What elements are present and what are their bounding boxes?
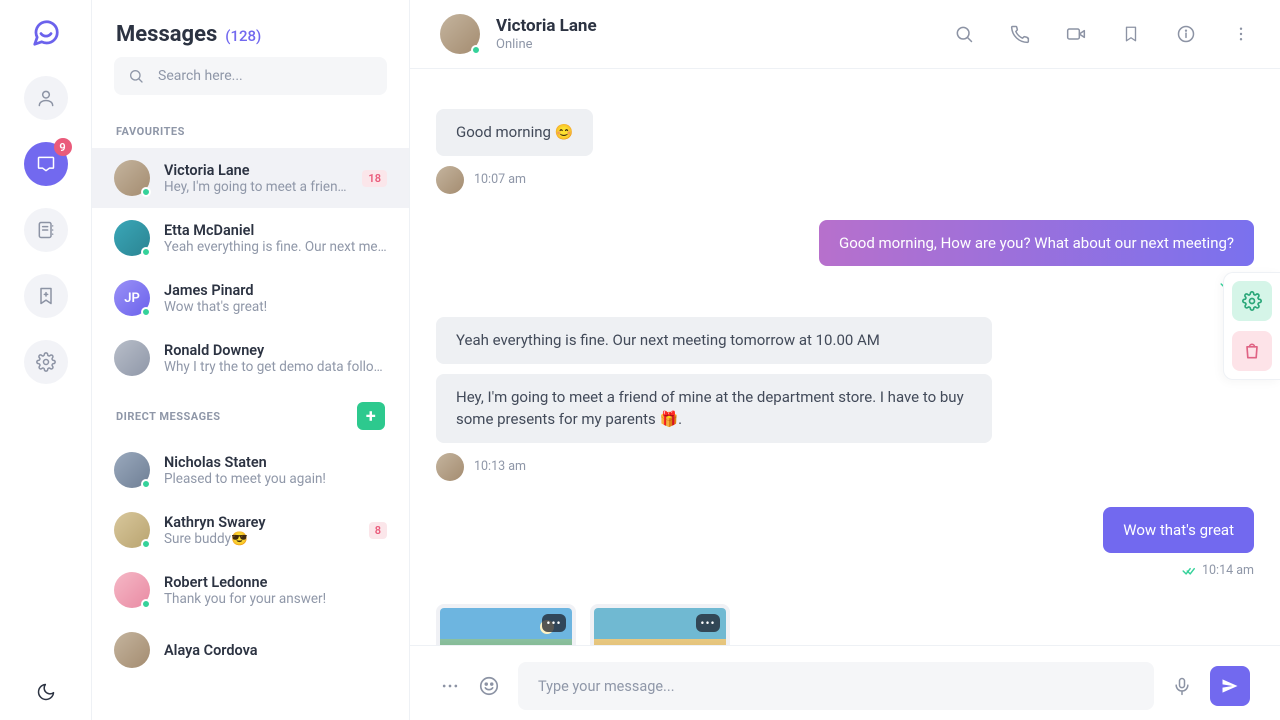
section-dm-label: DIRECT MESSAGES + bbox=[92, 388, 409, 440]
sidebar-header: Messages (128) bbox=[92, 0, 409, 57]
message-in: Yeah everything is fine. Our next meetin… bbox=[436, 317, 1254, 481]
convo-item[interactable]: Victoria Lane Hey, I'm going to meet a f… bbox=[92, 148, 409, 208]
convo-preview: Sure buddy😎 bbox=[164, 531, 355, 547]
convo-name: Victoria Lane bbox=[164, 162, 348, 179]
convo-preview: Thank you for your answer! bbox=[164, 591, 387, 607]
message-time: 10:13 am bbox=[474, 459, 526, 474]
message-in-media: ••• ••• bbox=[436, 604, 1254, 645]
read-icon bbox=[1182, 564, 1196, 578]
bubble-text: Good morning, How are you? What about ou… bbox=[819, 220, 1254, 267]
convo-preview: Wow that's great! bbox=[164, 299, 387, 315]
convo-item[interactable]: Etta McDaniel Yeah everything is fine. O… bbox=[92, 208, 409, 268]
convo-preview: Why I try the to get demo data follo… bbox=[164, 359, 387, 375]
sidebar-count: (128) bbox=[225, 27, 261, 45]
message-out: Wow that's great 10:14 am bbox=[436, 507, 1254, 579]
convo-preview: Pleased to meet you again! bbox=[164, 471, 387, 487]
chat-pane: Victoria Lane Online Good morning 😊 10:0… bbox=[410, 0, 1280, 720]
app-logo[interactable] bbox=[31, 18, 61, 48]
convo-name: Ronald Downey bbox=[164, 342, 387, 359]
header-actions bbox=[954, 24, 1250, 44]
convo-name: Kathryn Swarey bbox=[164, 514, 355, 531]
convo-item[interactable]: Alaya Cordova bbox=[92, 620, 409, 680]
convo-item[interactable]: JP James Pinard Wow that's great! bbox=[92, 268, 409, 328]
nav-bookmarks[interactable] bbox=[24, 274, 68, 318]
more-icon[interactable] bbox=[1232, 24, 1250, 44]
avatar bbox=[114, 452, 150, 488]
nav-profile[interactable] bbox=[24, 76, 68, 120]
convo-preview: Hey, I'm going to meet a friend of bbox=[164, 179, 348, 195]
chat-status: Online bbox=[496, 37, 597, 52]
add-dm-button[interactable]: + bbox=[357, 402, 385, 430]
info-icon[interactable] bbox=[1176, 24, 1196, 44]
avatar: JP bbox=[114, 280, 150, 316]
bubble-text: Good morning 😊 bbox=[436, 109, 593, 156]
message-input[interactable] bbox=[536, 677, 1136, 696]
convo-item[interactable]: Ronald Downey Why I try the to get demo … bbox=[92, 328, 409, 388]
unread-badge: 8 bbox=[369, 522, 387, 539]
bookmark-icon[interactable] bbox=[1122, 24, 1140, 44]
message-time: 10:07 am bbox=[474, 172, 526, 187]
bubble-text: Hey, I'm going to meet a friend of mine … bbox=[436, 374, 992, 443]
avatar bbox=[114, 160, 150, 196]
image-thumbnail[interactable]: ••• bbox=[590, 604, 730, 645]
search-icon[interactable] bbox=[954, 24, 974, 44]
rail-bottom bbox=[36, 682, 56, 702]
dm-list: Nicholas Staten Pleased to meet you agai… bbox=[92, 440, 409, 720]
send-button[interactable] bbox=[1210, 666, 1250, 706]
section-favourites-label: FAVOURITES bbox=[92, 111, 409, 148]
rail-nav: 9 bbox=[24, 76, 68, 384]
search-container[interactable] bbox=[114, 57, 387, 95]
left-rail: 9 bbox=[0, 0, 92, 720]
convo-name: Nicholas Staten bbox=[164, 454, 387, 471]
more-attach-icon[interactable] bbox=[440, 676, 460, 696]
theme-toggle[interactable] bbox=[36, 682, 56, 702]
media-more-icon[interactable]: ••• bbox=[542, 614, 566, 632]
bubble-avatar bbox=[436, 166, 464, 194]
convo-name: Robert Ledonne bbox=[164, 574, 387, 591]
emoji-icon[interactable] bbox=[478, 675, 500, 697]
media-more-icon[interactable]: ••• bbox=[696, 614, 720, 632]
nav-chats-badge: 9 bbox=[54, 138, 72, 156]
sidebar-title: Messages bbox=[116, 22, 217, 47]
nav-chats[interactable]: 9 bbox=[24, 142, 68, 186]
convo-name: Etta McDaniel bbox=[164, 222, 387, 239]
message-out: Good morning, How are you? What about ou… bbox=[436, 220, 1254, 292]
bubble-text: Yeah everything is fine. Our next meetin… bbox=[436, 317, 992, 364]
nav-contacts[interactable] bbox=[24, 208, 68, 252]
message-input-wrap[interactable] bbox=[518, 662, 1154, 710]
bubble-text: Wow that's great bbox=[1103, 507, 1254, 554]
image-thumbnail[interactable]: ••• bbox=[436, 604, 576, 645]
unread-badge: 18 bbox=[362, 170, 387, 187]
message-time: 10:14 am bbox=[1202, 563, 1254, 578]
convo-preview: Yeah everything is fine. Our next me… bbox=[164, 239, 387, 255]
convo-item[interactable]: Kathryn Swarey Sure buddy😎 8 bbox=[92, 500, 409, 560]
phone-icon[interactable] bbox=[1010, 24, 1030, 44]
convo-name: Alaya Cordova bbox=[164, 642, 387, 659]
nav-settings[interactable] bbox=[24, 340, 68, 384]
search-icon bbox=[128, 68, 144, 84]
settings-drawer-button[interactable] bbox=[1232, 281, 1272, 321]
avatar bbox=[114, 340, 150, 376]
messages-scroll[interactable]: Good morning 😊 10:07 am Good morning, Ho… bbox=[410, 69, 1280, 645]
chat-title: Victoria Lane bbox=[496, 16, 597, 36]
avatar bbox=[114, 512, 150, 548]
convo-name: James Pinard bbox=[164, 282, 387, 299]
sidebar: Messages (128) FAVOURITES Victoria Lane … bbox=[92, 0, 410, 720]
shop-drawer-button[interactable] bbox=[1232, 331, 1272, 371]
video-icon[interactable] bbox=[1066, 24, 1086, 44]
chat-header: Victoria Lane Online bbox=[410, 0, 1280, 69]
bubble-avatar bbox=[436, 453, 464, 481]
avatar bbox=[114, 220, 150, 256]
avatar bbox=[114, 572, 150, 608]
convo-item[interactable]: Robert Ledonne Thank you for your answer… bbox=[92, 560, 409, 620]
message-in: Good morning 😊 10:07 am bbox=[436, 109, 1254, 194]
convo-item[interactable]: Nicholas Staten Pleased to meet you agai… bbox=[92, 440, 409, 500]
mic-icon[interactable] bbox=[1172, 675, 1192, 697]
search-input[interactable] bbox=[156, 67, 373, 85]
chat-avatar[interactable] bbox=[440, 14, 480, 54]
composer bbox=[410, 645, 1280, 720]
avatar bbox=[114, 632, 150, 668]
floating-tools bbox=[1223, 272, 1280, 380]
